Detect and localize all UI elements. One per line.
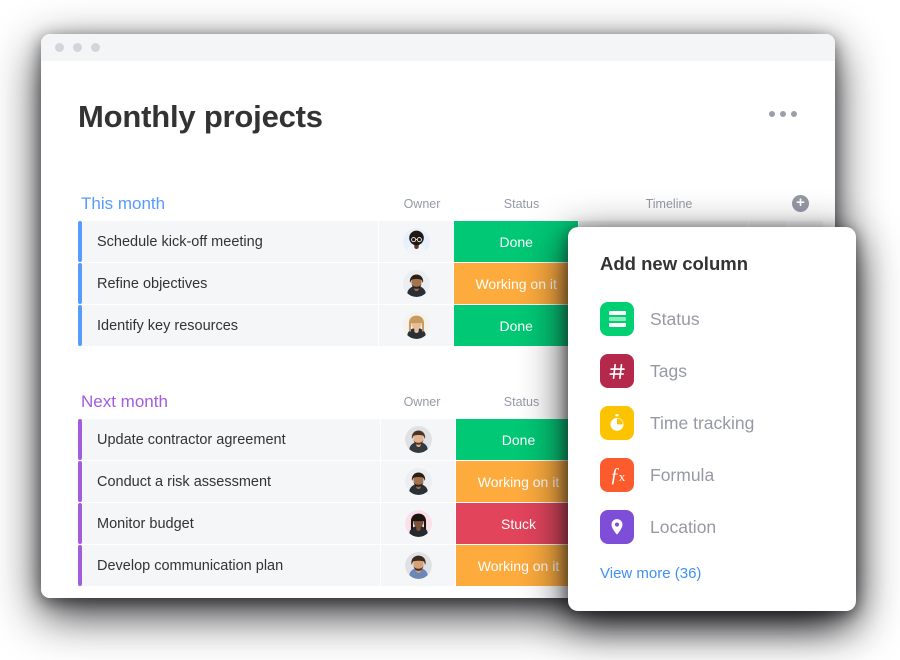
column-header-status[interactable]: Status (459, 394, 584, 410)
task-name-cell[interactable]: Schedule kick-off meeting (82, 221, 380, 262)
status-badge[interactable]: Stuck (456, 503, 582, 544)
column-header-owner[interactable]: Owner (385, 196, 459, 212)
formula-fx-icon: ƒx (600, 458, 634, 492)
group-title[interactable]: This month (81, 193, 165, 215)
window-titlebar (41, 34, 835, 61)
column-type-item[interactable]: Tags (600, 345, 856, 397)
page-title: Monthly projects (78, 99, 323, 134)
page-header: Monthly projects (78, 101, 805, 132)
column-type-item[interactable]: Location (600, 501, 856, 553)
add-column-plus-icon[interactable]: + (792, 195, 809, 212)
owner-cell[interactable] (379, 263, 455, 304)
column-type-list: Status Tags Time tracking ƒx Formula Location (600, 293, 856, 553)
screenshot-stage: Monthly projects This month Owner Status… (0, 0, 900, 660)
view-more-link[interactable]: View more (36) (600, 565, 856, 582)
avatar-man-beard-avatar (404, 468, 432, 495)
owner-cell[interactable] (381, 503, 456, 544)
group-title[interactable]: Next month (81, 391, 168, 413)
status-bars-icon (608, 311, 626, 327)
task-name-cell[interactable]: Update contractor agreement (82, 419, 381, 460)
popup-title: Add new column (600, 253, 748, 274)
column-type-label: Location (650, 516, 717, 537)
location-pin-icon (600, 510, 634, 544)
status-badge[interactable]: Working on it (456, 461, 582, 502)
avatar-man-curly-avatar (404, 552, 432, 579)
avatar-woman-glasses-avatar (402, 228, 430, 255)
owner-cell[interactable] (381, 419, 456, 460)
task-name-cell[interactable]: Monitor budget (82, 503, 381, 544)
column-header-owner[interactable]: Owner (385, 394, 459, 410)
traffic-light-zoom-icon[interactable] (91, 43, 100, 52)
group-header: This month Owner Status Timeline + (78, 193, 823, 221)
avatar-woman-blonde-avatar (402, 312, 430, 339)
column-header-timeline[interactable]: Timeline (584, 196, 754, 212)
owner-cell[interactable] (381, 545, 456, 586)
fx-glyph: ƒx (609, 464, 625, 486)
add-new-column-popup: Add new column Status Tags Time tracking ƒx… (568, 227, 856, 611)
avatar-woman-dark-avatar (404, 510, 432, 537)
owner-cell[interactable] (379, 305, 455, 346)
status-badge[interactable]: Working on it (454, 263, 580, 304)
task-name-cell[interactable]: Refine objectives (82, 263, 380, 304)
owner-cell[interactable] (381, 461, 456, 502)
column-type-label: Time tracking (650, 412, 755, 433)
column-header-status[interactable]: Status (459, 196, 584, 212)
task-name-cell[interactable]: Develop communication plan (82, 545, 381, 586)
avatar-man-short-hair-avatar (404, 426, 432, 453)
column-type-label: Status (650, 308, 700, 329)
task-name-cell[interactable]: Identify key resources (82, 305, 380, 346)
stopwatch-icon (600, 406, 634, 440)
traffic-light-minimize-icon[interactable] (73, 43, 82, 52)
status-badge[interactable]: Working on it (456, 545, 582, 586)
column-type-label: Formula (650, 464, 715, 485)
avatar-man-beard-avatar (402, 270, 430, 297)
more-options-icon[interactable] (769, 111, 797, 117)
column-type-item[interactable]: ƒx Formula (600, 449, 856, 501)
traffic-light-close-icon[interactable] (55, 43, 64, 52)
hash-tags-icon (600, 354, 634, 388)
status-badge[interactable]: Done (456, 419, 582, 460)
status-badge[interactable]: Done (454, 221, 580, 262)
column-type-label: Tags (650, 360, 687, 381)
column-type-item[interactable]: Status (600, 293, 856, 345)
status-badge[interactable]: Done (454, 305, 580, 346)
task-name-cell[interactable]: Conduct a risk assessment (82, 461, 381, 502)
status-icon (600, 302, 634, 336)
column-type-item[interactable]: Time tracking (600, 397, 856, 449)
owner-cell[interactable] (379, 221, 455, 262)
